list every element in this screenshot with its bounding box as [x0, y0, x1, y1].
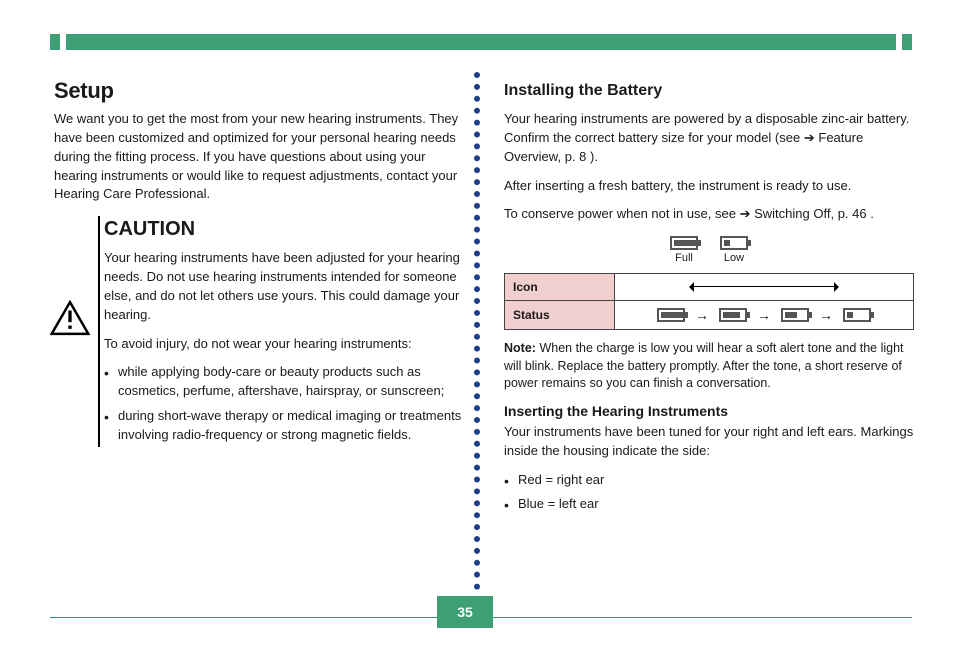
warning-icon — [50, 300, 90, 341]
battery-75-icon — [719, 308, 747, 322]
battery-low-group: Low — [720, 234, 748, 265]
install-paragraph-1: Your hearing instruments are powered by … — [504, 110, 914, 167]
xref-page: p. 46 — [838, 206, 867, 221]
install-p1-tail: ). — [590, 149, 598, 164]
battery-low-icon — [720, 236, 748, 250]
battery-full-group: Full — [670, 234, 698, 265]
header-chip-left — [50, 34, 60, 50]
battery-icon-pair: Full Low — [504, 234, 914, 265]
header-bar-fill — [66, 34, 896, 50]
list-item: Red = right ear — [504, 471, 914, 490]
caution-paragraph-1: Your hearing instruments have been adjus… — [104, 249, 464, 324]
caution-rule — [98, 216, 100, 447]
caution-title: CAUTION — [104, 218, 464, 241]
arrow-right-icon: → — [819, 307, 833, 323]
page-number-badge: 35 — [437, 596, 493, 628]
list-item: Blue = left ear — [504, 495, 914, 514]
caution-list: while applying body-care or beauty produ… — [104, 363, 464, 444]
cross-reference[interactable]: ➔ Switching Off, p. 46 — [740, 206, 871, 221]
note-label: Note: — [504, 341, 536, 355]
table-row-header: Status — [505, 301, 615, 330]
battery-full-icon — [670, 236, 698, 250]
xref-page: p. 8 — [565, 149, 587, 164]
inserting-paragraph: Your instruments have been tuned for you… — [504, 423, 914, 461]
caution-list-item: during short-wave therapy or medical ima… — [104, 407, 464, 445]
header-chip-right — [902, 34, 912, 50]
battery-50-icon — [781, 308, 809, 322]
table-cell-range — [615, 274, 914, 301]
left-column: Setup We want you to get the most from y… — [54, 78, 464, 451]
battery-100-icon — [657, 308, 685, 322]
caution-block: CAUTION Your hearing instruments have be… — [54, 218, 464, 445]
caution-list-item: while applying body-care or beauty produ… — [104, 363, 464, 401]
arrow-right-icon: → — [695, 307, 709, 323]
xref-label: Switching Off — [754, 206, 830, 221]
table-cell-sequence: → → → — [615, 301, 914, 330]
caution-paragraph-2: To avoid injury, do not wear your hearin… — [104, 335, 464, 354]
install-paragraph-3: To conserve power when not in use, see ➔… — [504, 205, 914, 224]
double-arrow-icon — [684, 282, 844, 292]
intro-paragraph: We want you to get the most from your ne… — [54, 110, 464, 204]
battery-full-label: Full — [670, 252, 698, 265]
column-divider — [474, 72, 480, 590]
installing-battery-title: Installing the Battery — [504, 82, 914, 100]
low-battery-note: Note: When the charge is low you will he… — [504, 340, 914, 393]
battery-status-table: Icon Status → → → — [504, 273, 914, 330]
side-marking-list: Red = right ear Blue = left ear — [504, 471, 914, 515]
note-text: When the charge is low you will hear a s… — [504, 341, 904, 390]
table-row-header: Icon — [505, 274, 615, 301]
battery-low-label: Low — [720, 252, 748, 265]
manual-page: Setup We want you to get the most from y… — [0, 0, 954, 646]
header-bar — [50, 34, 912, 50]
section-title: Setup — [54, 78, 464, 104]
install-paragraph-2: After inserting a fresh battery, the ins… — [504, 177, 914, 196]
right-column: Installing the Battery Your hearing inst… — [504, 78, 914, 520]
inserting-title: Inserting the Hearing Instruments — [504, 403, 914, 419]
battery-25-icon — [843, 308, 871, 322]
install-p3-tail: . — [870, 206, 874, 221]
arrow-right-icon: → — [757, 307, 771, 323]
install-p3-text: To conserve power when not in use, — [504, 206, 711, 221]
